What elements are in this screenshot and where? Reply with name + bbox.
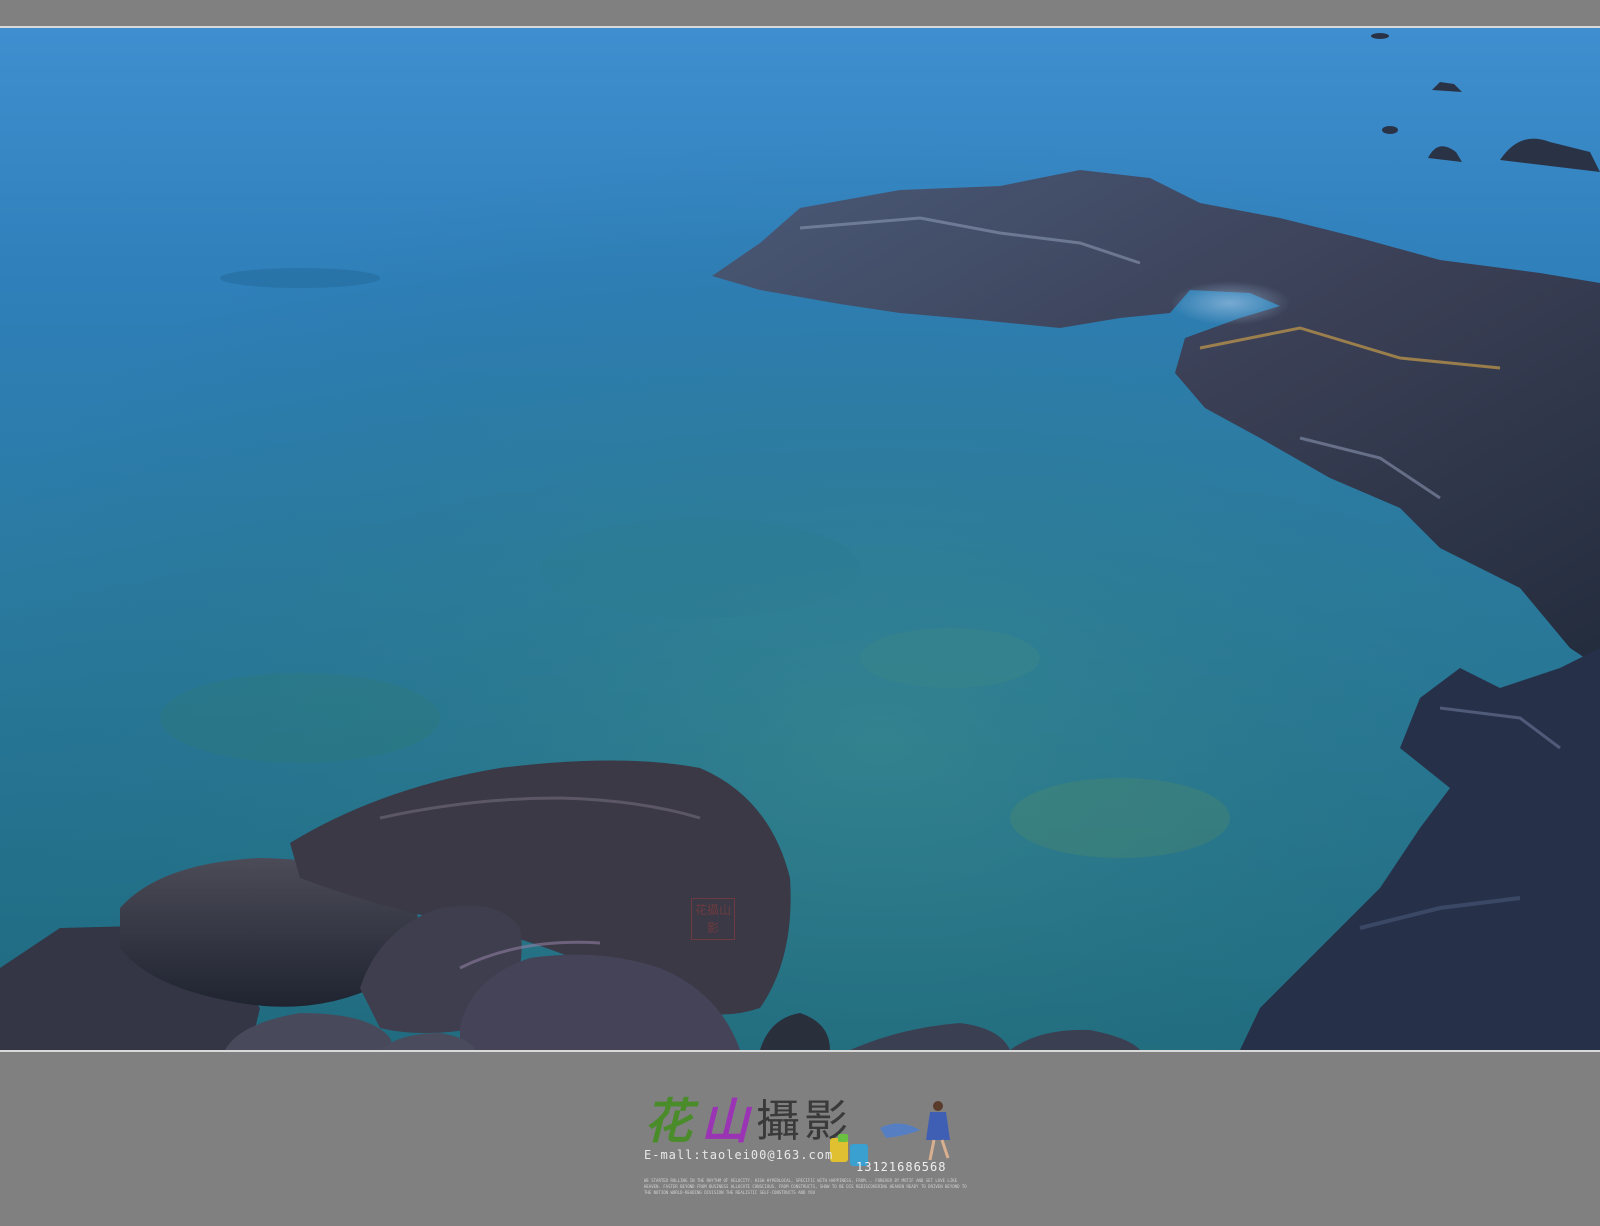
fine-print: WE STARTED ROLLING IN THE RHYTHM OF VELO… [644, 1178, 967, 1195]
brand-part1-second-char: 山 [700, 1094, 749, 1150]
contact-email: E-mall:taolei00@163.com [644, 1148, 834, 1162]
watermark-logo: 花 山 攝影 E-mall:taolei00@163.com 131216865… [644, 1094, 974, 1204]
seascape-photo: 花 攝 山 影 [0, 28, 1600, 1050]
seal-char: 影 [706, 921, 719, 935]
seal-char: 攝 [706, 903, 719, 917]
bottom-frame-border: 花 山 攝影 E-mall:taolei00@163.com 131216865… [0, 1050, 1600, 1226]
seal-char: 花 [694, 903, 707, 917]
seal-char: 山 [719, 903, 732, 917]
top-frame-border [0, 0, 1600, 28]
seascape-svg [0, 28, 1600, 1050]
brand-name-colored: 花 山 [644, 1094, 749, 1150]
contact-phone: 13121686568 [856, 1160, 947, 1174]
brand-part1: 花 [644, 1094, 692, 1150]
seal-stamp: 花 攝 山 影 [691, 898, 735, 940]
